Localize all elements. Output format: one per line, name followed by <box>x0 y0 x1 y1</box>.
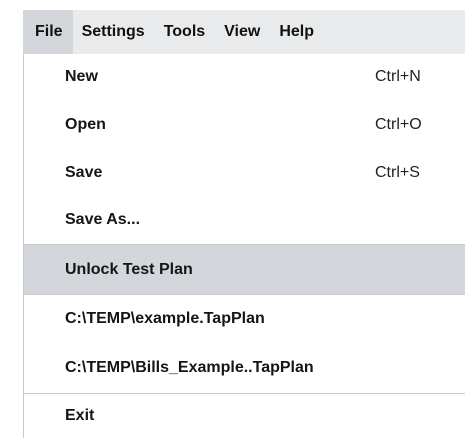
menu-bar: File Settings Tools View Help <box>23 10 465 54</box>
menu-item-open[interactable]: Open Ctrl+O <box>24 100 465 150</box>
menu-item-recent-bills-example[interactable]: C:\TEMP\Bills_Example..TapPlan <box>24 343 465 393</box>
menu-item-shortcut: Ctrl+O <box>375 116 422 133</box>
menu-item-save-as[interactable]: Save As... <box>24 196 465 244</box>
menu-item-label: Save As... <box>65 211 141 228</box>
menu-item-shortcut: Ctrl+S <box>375 164 420 181</box>
menu-item-label: New <box>65 68 98 85</box>
menu-item-label: Unlock Test Plan <box>65 260 193 278</box>
menu-item-label: Exit <box>65 407 95 424</box>
menu-item-label: C:\TEMP\example.TapPlan <box>65 310 265 327</box>
menu-item-new[interactable]: New Ctrl+N <box>24 54 465 100</box>
menu-item-unlock-test-plan[interactable]: Unlock Test Plan <box>24 245 465 294</box>
menu-view[interactable]: View <box>215 10 270 54</box>
menu-item-save[interactable]: Save Ctrl+S <box>24 150 465 196</box>
menu-item-label: Save <box>65 164 103 181</box>
menu-item-recent-example[interactable]: C:\TEMP\example.TapPlan <box>24 295 465 343</box>
menu-item-exit[interactable]: Exit <box>24 394 465 438</box>
menu-file[interactable]: File <box>23 10 73 54</box>
menu-item-label: Open <box>65 116 106 133</box>
menu-item-shortcut: Ctrl+N <box>375 68 421 85</box>
file-menu-dropdown: New Ctrl+N Open Ctrl+O Save Ctrl+S Save … <box>23 54 465 438</box>
menu-help[interactable]: Help <box>270 10 324 54</box>
menu-tools[interactable]: Tools <box>155 10 215 54</box>
menu-item-label: C:\TEMP\Bills_Example..TapPlan <box>65 359 314 376</box>
menu-settings[interactable]: Settings <box>73 10 155 54</box>
